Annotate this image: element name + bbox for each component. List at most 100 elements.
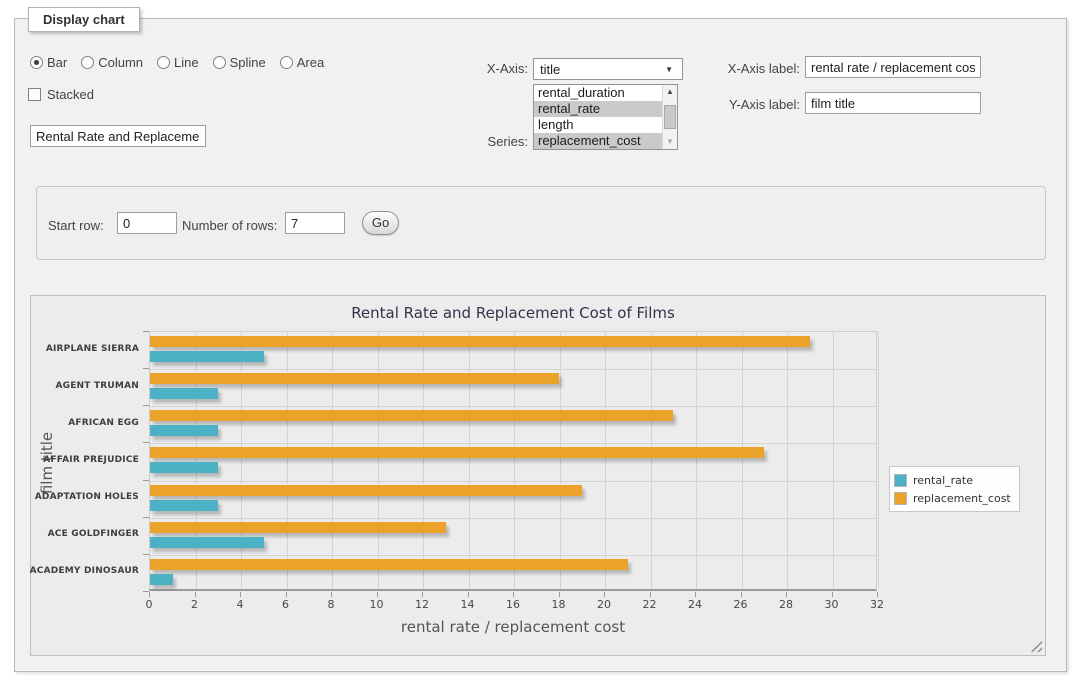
x-tick-label: 22 [630,598,670,611]
radio-icon [81,56,94,69]
chart-type-radio-line[interactable]: Line [157,55,199,70]
gridline [878,332,879,589]
radio-icon [157,56,170,69]
scrollbar-thumb[interactable] [664,105,676,129]
series-multiselect[interactable]: rental_durationrental_ratelengthreplacem… [533,84,678,150]
x-axis-label: X-Axis: [450,61,528,76]
chart-type-radio-group: Bar Column Line Spline Area [30,55,332,70]
series-option-rental_rate[interactable]: rental_rate [534,101,662,117]
y-category-label: AFFAIR PREJUDICE [0,455,139,465]
stacked-checkbox[interactable] [28,88,41,101]
y-category-label: AIRPLANE SIERRA [0,344,139,354]
gridline [150,406,876,407]
y-category-label: ACE GOLDFINGER [0,529,139,539]
gridline [787,332,788,589]
radio-icon [30,56,43,69]
chart-title-input[interactable] [30,125,206,147]
x-tick-label: 6 [266,598,306,611]
series-option-length[interactable]: length [534,117,662,133]
x-tick-mark [422,592,423,597]
chart-type-radio-area[interactable]: Area [280,55,324,70]
x-tick-mark [195,592,196,597]
legend-row: replacement_cost [894,489,1011,507]
resize-grip[interactable] [1030,640,1042,652]
y-category-label: ACADEMY DINOSAUR [0,566,139,576]
y-tick-mark [143,442,149,443]
bar-rental_rate [150,351,264,362]
gridline [469,332,470,589]
gridline [332,332,333,589]
gridline [833,332,834,589]
radio-label: Area [297,55,324,70]
radio-label: Spline [230,55,266,70]
legend-row: rental_rate [894,471,1011,489]
radio-label: Bar [47,55,67,70]
legend-label: rental_rate [913,474,973,487]
gridline [196,332,197,589]
x-axis-selected-value: title [540,62,560,77]
go-button[interactable]: Go [362,211,399,235]
gridline [241,332,242,589]
x-tick-label: 16 [493,598,533,611]
x-tick-label: 2 [175,598,215,611]
gridline [150,443,876,444]
x-tick-mark [832,592,833,597]
bar-replacement_cost [150,447,764,458]
gridline [696,332,697,589]
chart-type-radio-bar[interactable]: Bar [30,55,67,70]
series-option-replacement_cost[interactable]: replacement_cost [534,133,662,149]
gridline [742,332,743,589]
y-tick-mark [143,591,149,592]
x-tick-mark [377,592,378,597]
x-tick-label: 28 [766,598,806,611]
scrollbar[interactable]: ▲ ▼ [662,85,677,149]
gridline [605,332,606,589]
x-axis-select[interactable]: title ▼ [533,58,683,80]
x-tick-label: 32 [857,598,897,611]
x-tick-label: 18 [539,598,579,611]
gridline [150,481,876,482]
series-option-rental_duration[interactable]: rental_duration [534,85,662,101]
y-tick-mark [143,331,149,332]
chevron-down-icon: ▼ [665,65,676,74]
x-tick-label: 8 [311,598,351,611]
number-of-rows-input[interactable] [285,212,345,234]
x-tick-label: 30 [812,598,852,611]
plot-area [149,331,877,591]
x-tick-mark [468,592,469,597]
bar-rental_rate [150,537,264,548]
x-tick-mark [650,592,651,597]
scroll-up-icon[interactable]: ▲ [663,85,677,99]
y-axis-label-field-label: Y-Axis label: [700,97,800,112]
gridline [560,332,561,589]
fieldset-legend: Display chart [28,7,140,32]
stacked-label: Stacked [47,87,94,102]
x-tick-label: 0 [129,598,169,611]
x-tick-label: 4 [220,598,260,611]
x-tick-mark [149,592,150,597]
y-tick-mark [143,517,149,518]
chart-type-radio-spline[interactable]: Spline [213,55,266,70]
start-row-input[interactable] [117,212,177,234]
scroll-down-icon[interactable]: ▼ [663,135,677,149]
gridline [150,518,876,519]
chart-legend: rental_rate replacement_cost [889,466,1020,512]
chart-title: Rental Rate and Replacement Cost of Film… [149,304,877,322]
x-axis-label-input[interactable] [805,56,981,78]
bar-replacement_cost [150,410,673,421]
gridline [514,332,515,589]
radio-icon [280,56,293,69]
bar-replacement_cost [150,522,446,533]
chart-type-radio-column[interactable]: Column [81,55,143,70]
legend-swatch [894,492,907,505]
bar-replacement_cost [150,336,810,347]
y-category-label: AGENT TRUMAN [0,381,139,391]
x-tick-label: 14 [448,598,488,611]
legend-label: replacement_cost [913,492,1011,505]
start-row-label: Start row: [48,218,104,233]
radio-icon [213,56,226,69]
x-tick-label: 20 [584,598,624,611]
y-axis-label-input[interactable] [805,92,981,114]
bar-replacement_cost [150,485,582,496]
x-tick-mark [604,592,605,597]
